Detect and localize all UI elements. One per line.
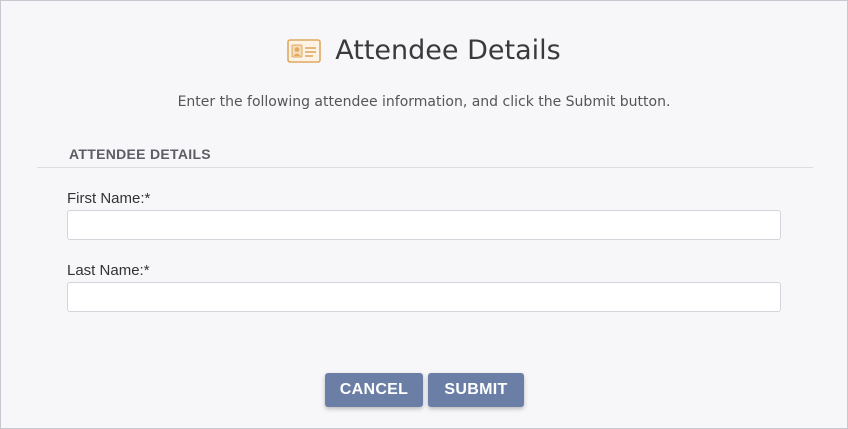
first-name-label: First Name:* xyxy=(67,190,151,207)
last-name-input[interactable] xyxy=(67,282,781,312)
instruction-text: Enter the following attendee information… xyxy=(177,94,671,110)
id-card-icon xyxy=(287,38,322,63)
submit-button[interactable]: SUBMIT xyxy=(428,373,524,407)
dialog-header: Attendee Details xyxy=(1,35,847,66)
first-name-input[interactable] xyxy=(67,210,781,240)
section-divider xyxy=(37,167,813,168)
section-title: ATTENDEE DETAILS xyxy=(69,146,211,162)
dialog-title: Attendee Details xyxy=(335,35,561,66)
last-name-label: Last Name:* xyxy=(67,262,150,279)
attendee-details-dialog: Attendee Details Enter the following att… xyxy=(0,0,848,429)
cancel-button[interactable]: CANCEL xyxy=(325,373,423,407)
